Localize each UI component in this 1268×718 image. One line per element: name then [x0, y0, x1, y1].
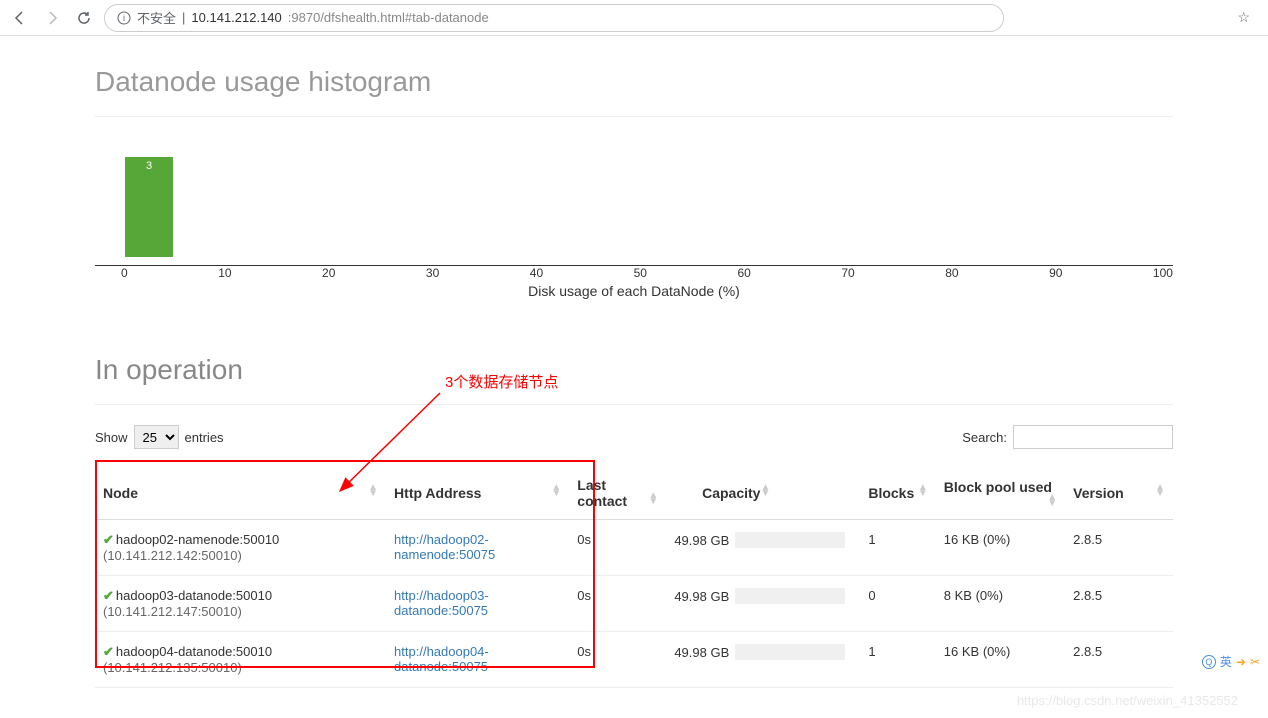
x-tick: 30 [426, 266, 439, 280]
node-name: hadoop04-datanode:50010 [116, 644, 272, 659]
capacity-value: 49.98 GB [674, 533, 729, 548]
url-host: 10.141.212.140 [191, 10, 281, 25]
sort-icon: ▲▼ [551, 485, 561, 497]
blocks-value: 1 [860, 520, 935, 576]
histogram-x-label: Disk usage of each DataNode (%) [95, 283, 1173, 299]
forward-button[interactable] [40, 6, 64, 30]
blocks-value: 1 [860, 632, 935, 688]
x-tick: 80 [945, 266, 958, 280]
x-tick: 20 [322, 266, 335, 280]
arrow-right-icon [44, 10, 60, 26]
ime-badge[interactable]: Q 英 ➜ ✂ [1202, 653, 1260, 670]
sort-icon: ▲▼ [1155, 485, 1165, 497]
node-name: hadoop02-namenode:50010 [116, 532, 279, 547]
x-tick: 90 [1049, 266, 1062, 280]
sort-icon: ▲▼ [918, 485, 928, 497]
info-icon: i [117, 11, 131, 25]
histogram-bar: 3 [125, 157, 173, 257]
col-last-contact[interactable]: Last contact▲▼ [569, 467, 666, 520]
block-pool-value: 16 KB (0%) [936, 632, 1065, 688]
datanode-table: Node▲▼ Http Address▲▼ Last contact▲▼ Cap… [95, 467, 1173, 688]
bookmark-button[interactable]: ☆ [1227, 9, 1260, 26]
histogram-title: Datanode usage histogram [95, 66, 1173, 98]
check-icon: ✔ [103, 588, 114, 603]
capacity-bar [735, 644, 845, 660]
url-path: :9870/dfshealth.html#tab-datanode [288, 10, 489, 25]
scissors-icon: ✂ [1250, 655, 1260, 669]
arrow-left-icon [12, 10, 28, 26]
capacity-value: 49.98 GB [674, 589, 729, 604]
reload-icon [76, 10, 92, 26]
histogram-chart: 3 [95, 137, 1173, 257]
last-contact: 0s [569, 520, 666, 576]
col-node[interactable]: Node▲▼ [95, 467, 386, 520]
col-version[interactable]: Version▲▼ [1065, 467, 1173, 520]
entries-label: entries [185, 430, 224, 445]
ime-icon: Q [1202, 655, 1216, 669]
table-row: ✔hadoop02-namenode:50010(10.141.212.142:… [95, 520, 1173, 576]
divider [95, 404, 1173, 405]
table-header-row: Node▲▼ Http Address▲▼ Last contact▲▼ Cap… [95, 467, 1173, 520]
block-pool-value: 8 KB (0%) [936, 576, 1065, 632]
security-label: 不安全 [137, 8, 176, 27]
in-operation-title: In operation [95, 354, 1173, 386]
table-row: ✔hadoop04-datanode:50010(10.141.212.135:… [95, 632, 1173, 688]
x-tick: 50 [634, 266, 647, 280]
table-row: ✔hadoop03-datanode:50010(10.141.212.147:… [95, 576, 1173, 632]
x-tick: 0 [121, 266, 128, 280]
node-name: hadoop03-datanode:50010 [116, 588, 272, 603]
back-button[interactable] [8, 6, 32, 30]
last-contact: 0s [569, 576, 666, 632]
annotation-text: 3个数据存储节点 [445, 371, 558, 392]
version-value: 2.8.5 [1065, 520, 1173, 576]
block-pool-value: 16 KB (0%) [936, 520, 1065, 576]
col-capacity[interactable]: Capacity▲▼ [666, 467, 860, 520]
last-contact: 0s [569, 632, 666, 688]
svg-text:i: i [123, 13, 125, 23]
http-link[interactable]: http://hadoop04-datanode:50075 [394, 644, 489, 674]
ime-label: 英 [1220, 653, 1232, 670]
capacity-bar [735, 588, 845, 604]
http-link[interactable]: http://hadoop03-datanode:50075 [394, 588, 489, 618]
node-ip: (10.141.212.147:50010) [103, 604, 242, 619]
divider [95, 116, 1173, 117]
address-bar[interactable]: i 不安全 | 10.141.212.140 :9870/dfshealth.ht… [104, 4, 1004, 32]
sort-icon: ▲▼ [648, 493, 658, 505]
capacity-value: 49.98 GB [674, 645, 729, 660]
ime-arrow-icon: ➜ [1236, 655, 1246, 669]
search-input[interactable] [1013, 425, 1173, 449]
node-ip: (10.141.212.135:50010) [103, 660, 242, 675]
col-blocks[interactable]: Blocks▲▼ [860, 467, 935, 520]
col-http[interactable]: Http Address▲▼ [386, 467, 569, 520]
x-tick: 10 [218, 266, 231, 280]
blocks-value: 0 [860, 576, 935, 632]
col-block-pool[interactable]: Block pool used▲▼ [936, 467, 1065, 520]
check-icon: ✔ [103, 644, 114, 659]
check-icon: ✔ [103, 532, 114, 547]
table-controls: Show 25 entries Search: [95, 425, 1173, 449]
reload-button[interactable] [72, 6, 96, 30]
x-tick: 60 [737, 266, 750, 280]
sort-icon: ▲▼ [1047, 495, 1057, 507]
search-label: Search: [962, 430, 1007, 445]
version-value: 2.8.5 [1065, 576, 1173, 632]
show-label: Show [95, 430, 128, 445]
node-ip: (10.141.212.142:50010) [103, 548, 242, 563]
version-value: 2.8.5 [1065, 632, 1173, 688]
http-link[interactable]: http://hadoop02-namenode:50075 [394, 532, 495, 562]
x-tick: 40 [530, 266, 543, 280]
url-separator: | [182, 10, 185, 25]
x-tick: 70 [841, 266, 854, 280]
histogram-x-axis: 0 10 20 30 40 50 60 70 80 90 100 [95, 265, 1173, 280]
entries-select[interactable]: 25 [134, 425, 179, 449]
browser-toolbar: i 不安全 | 10.141.212.140 :9870/dfshealth.ht… [0, 0, 1268, 36]
capacity-bar [735, 532, 845, 548]
sort-icon: ▲▼ [760, 485, 770, 497]
watermark: https://blog.csdn.net/weixin_41352552 [1017, 693, 1238, 708]
sort-icon: ▲▼ [368, 485, 378, 497]
x-tick: 100 [1153, 266, 1173, 280]
